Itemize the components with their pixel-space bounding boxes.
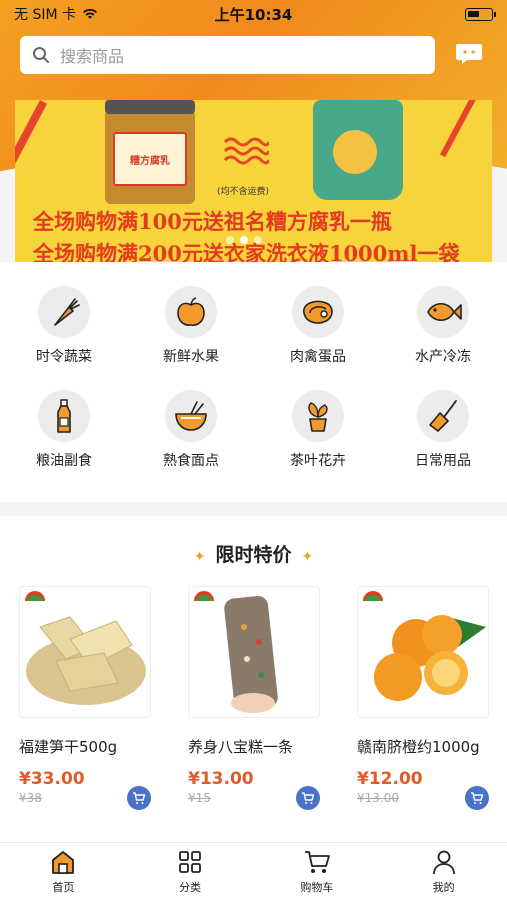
carrier-label: 无 SIM 卡	[14, 7, 76, 23]
rice-cake-image	[188, 586, 320, 718]
banner-promo-line1: 全场购物满100元送祖名糟方腐乳一瓶	[33, 209, 392, 234]
flash-sale-title-text: 限时特价	[215, 544, 292, 566]
banner-stripe	[439, 100, 479, 158]
carrot-icon	[38, 286, 90, 338]
home-icon	[52, 850, 75, 874]
flash-sale-title: ✦ 限时特价 ✦	[0, 540, 507, 567]
category-label: 水产冷冻	[415, 349, 471, 365]
product-name: 养身八宝糕一条	[188, 738, 294, 756]
add-to-cart-button[interactable]	[465, 786, 489, 810]
product-name: 福建笋干500g	[19, 738, 118, 756]
tab-label: 首页	[52, 880, 75, 894]
tab-label: 分类	[179, 880, 202, 894]
category-deli[interactable]: 熟食面点	[136, 390, 246, 470]
message-icon[interactable]	[455, 42, 483, 66]
cart-icon	[133, 792, 146, 804]
tab-label: 购物车	[300, 880, 334, 894]
banner-note: (均不含运费)	[217, 187, 270, 197]
brand-logo	[194, 591, 214, 601]
status-time: 上午10:34	[214, 5, 293, 24]
brand-logo	[25, 591, 45, 601]
product-price: ¥33.00	[19, 769, 85, 789]
search-bar[interactable]: 搜索商品	[20, 36, 435, 74]
product-name: 赣南脐橙约1000g	[357, 738, 480, 756]
search-icon	[33, 47, 49, 63]
oranges-image	[357, 586, 489, 718]
tab-profile[interactable]: 我的	[380, 843, 507, 900]
cart-icon	[471, 792, 484, 804]
wifi-icon	[83, 8, 97, 19]
grid-icon	[179, 850, 202, 873]
category-tea-flowers[interactable]: 茶叶花卉	[263, 390, 373, 470]
battery-icon	[465, 7, 496, 21]
bottom-tab-bar: 首页 分类 购物车 我的	[0, 842, 507, 900]
carousel-dot-active[interactable]	[240, 236, 248, 244]
status-bar: 无 SIM 卡 上午10:34	[0, 0, 507, 28]
status-left: 无 SIM 卡	[14, 4, 98, 24]
bamboo-shoots-image	[19, 586, 151, 718]
tab-home[interactable]: 首页	[0, 843, 127, 900]
category-label: 粮油副食	[36, 453, 92, 469]
tab-label: 我的	[432, 880, 455, 894]
brand-logo	[363, 591, 383, 601]
category-seafood[interactable]: 水产冷冻	[388, 286, 498, 366]
meat-icon	[292, 286, 344, 338]
apple-icon	[165, 286, 217, 338]
category-label: 新鲜水果	[163, 349, 219, 365]
potted-plant-icon	[292, 390, 344, 442]
search-placeholder: 搜索商品	[60, 47, 125, 66]
carousel-dots[interactable]	[226, 236, 262, 244]
carousel-dot[interactable]	[254, 236, 262, 244]
oil-bottle-icon	[38, 390, 90, 442]
noodle-bowl-icon	[165, 390, 217, 442]
category-fruits[interactable]: 新鲜水果	[136, 286, 246, 366]
category-label: 熟食面点	[163, 453, 219, 469]
cart-icon	[304, 850, 330, 873]
cart-icon	[302, 792, 315, 804]
bag-mascot	[333, 130, 377, 174]
jar-label-text: 糟方腐乳	[130, 156, 170, 167]
category-label: 茶叶花卉	[290, 453, 346, 469]
add-to-cart-button[interactable]	[296, 786, 320, 810]
fish-icon	[417, 286, 469, 338]
sparkle-icon: ✦	[193, 549, 206, 565]
sparkle-icon: ✦	[301, 549, 314, 565]
category-label: 日常用品	[415, 453, 471, 469]
category-daily-goods[interactable]: 日常用品	[388, 390, 498, 470]
product-card[interactable]: 养身八宝糕一条 ¥13.00 ¥15	[188, 586, 320, 810]
wave-decoration	[223, 137, 269, 165]
jar-lid	[105, 100, 195, 114]
category-label: 肉禽蛋品	[290, 349, 346, 365]
user-icon	[432, 850, 455, 874]
flash-sale-section: ✦ 限时特价 ✦ 福建笋干500g ¥33.00 ¥38 养身八宝糕一条 ¥13…	[0, 516, 507, 842]
category-label: 时令蔬菜	[36, 349, 92, 365]
tab-cart[interactable]: 购物车	[254, 843, 381, 900]
carousel-dot[interactable]	[226, 236, 234, 244]
category-meat[interactable]: 肉禽蛋品	[263, 286, 373, 366]
category-grid: 时令蔬菜 新鲜水果 肉禽蛋品 水产冷冻 粮油副食 熟食面点 茶叶花卉 日常用品	[0, 262, 507, 502]
product-card[interactable]: 福建笋干500g ¥33.00 ¥38	[19, 586, 151, 810]
product-card[interactable]: 赣南脐橙约1000g ¥12.00 ¥13.00	[357, 586, 489, 810]
add-to-cart-button[interactable]	[127, 786, 151, 810]
tab-category[interactable]: 分类	[127, 843, 254, 900]
category-vegetables[interactable]: 时令蔬菜	[9, 286, 119, 366]
jar-label: 糟方腐乳	[113, 132, 187, 186]
category-grain-oil[interactable]: 粮油副食	[9, 390, 119, 470]
product-price: ¥12.00	[357, 769, 423, 789]
broom-icon	[417, 390, 469, 442]
product-price: ¥13.00	[188, 769, 254, 789]
